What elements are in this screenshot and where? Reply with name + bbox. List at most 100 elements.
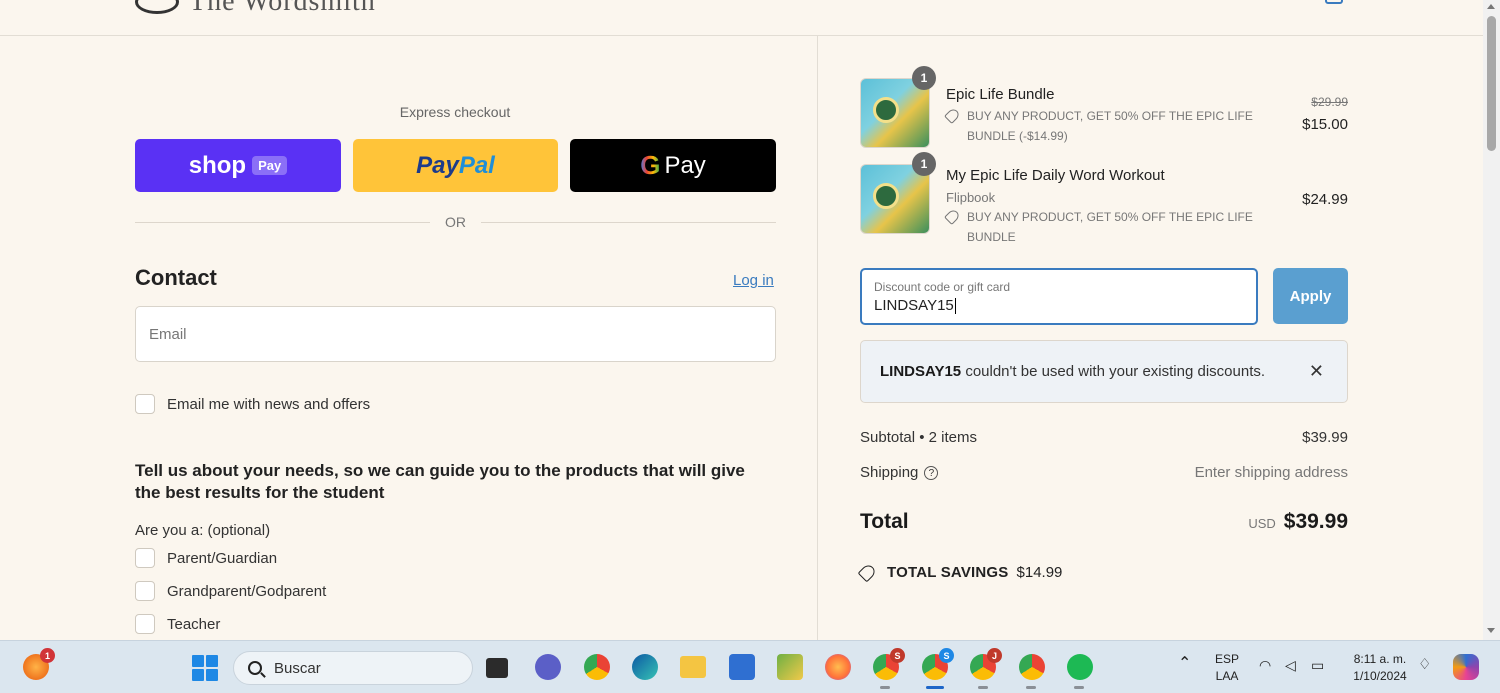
edge-icon[interactable] xyxy=(632,654,658,680)
task-view-icon[interactable] xyxy=(486,658,508,678)
shop-pay-tag: Pay xyxy=(252,156,288,175)
clock-date: 1/10/2024 xyxy=(1353,669,1407,683)
apply-discount-button[interactable]: Apply xyxy=(1273,268,1348,324)
chrome-profile-icon[interactable] xyxy=(1019,654,1045,680)
subtotal-value: $39.99 xyxy=(1302,429,1348,446)
savings-tag-icon xyxy=(857,562,878,583)
product-price: $24.99 xyxy=(1302,191,1348,208)
shipping-label: Shipping xyxy=(860,464,919,481)
survey-question: Are you a: (optional) xyxy=(135,522,271,539)
survey-checkbox-parent[interactable] xyxy=(135,548,155,568)
chrome-icon[interactable] xyxy=(584,654,610,680)
running-indicator xyxy=(978,686,988,689)
cart-line-item: 1 My Epic Life Daily Word Workout Flipbo… xyxy=(860,152,1348,254)
language-indicator[interactable]: ESP LAA xyxy=(1210,651,1244,685)
language-code: ESP xyxy=(1214,652,1239,666)
email-field[interactable] xyxy=(135,306,776,362)
windows-start-icon[interactable] xyxy=(192,655,218,681)
text-caret xyxy=(954,298,956,315)
windows-taskbar: 1 Buscar S S J ⌃ ESP LAA ◠ ◁ ▭ 8:11 a. m… xyxy=(0,640,1500,693)
shop-pay-button[interactable]: shop Pay xyxy=(135,139,341,192)
savings-value: $14.99 xyxy=(1016,564,1063,581)
profile-badge: S xyxy=(939,648,954,663)
newsletter-checkbox[interactable] xyxy=(135,394,155,414)
spotify-icon[interactable] xyxy=(1067,654,1093,680)
product-discount-note: BUY ANY PRODUCT, GET 50% OFF THE EPIC LI… xyxy=(944,207,1264,247)
newsletter-label: Email me with news and offers xyxy=(167,395,371,413)
shipping-label-wrap: Shipping? xyxy=(860,464,939,481)
discount-field-value: LINDSAY15 xyxy=(874,297,954,314)
google-g-icon: G xyxy=(640,150,661,180)
subtotal-label: Subtotal • 2 items xyxy=(860,429,977,446)
copilot-icon[interactable] xyxy=(1453,654,1479,680)
notifications-bell-icon[interactable]: ♢ xyxy=(1418,656,1431,673)
shopping-bag-icon[interactable] xyxy=(1325,0,1343,4)
shipping-value: Enter shipping address xyxy=(1194,464,1348,481)
volume-icon[interactable]: ◁ xyxy=(1285,657,1296,674)
taskbar-search[interactable]: Buscar xyxy=(233,651,473,685)
chrome-profile-icon[interactable]: J xyxy=(970,648,1002,680)
layout-code: LAA xyxy=(1215,669,1239,683)
page-scrollbar[interactable] xyxy=(1483,0,1500,640)
total-savings: TOTAL SAVINGS $14.99 xyxy=(857,562,1063,583)
alert-message: couldn't be used with your existing disc… xyxy=(961,363,1266,380)
notification-badge: 1 xyxy=(40,648,55,663)
scroll-up-arrow-icon[interactable] xyxy=(1487,4,1495,9)
product-variant: Flipbook xyxy=(946,190,996,205)
newsletter-option[interactable]: Email me with news and offers xyxy=(135,394,370,414)
paypal-pay-text: Pay xyxy=(416,151,459,179)
chrome-profile-icon[interactable]: S xyxy=(922,648,954,680)
order-summary: 1 Epic Life Bundle BUY ANY PRODUCT, GET … xyxy=(819,36,1483,640)
alert-code: LINDSAY15 xyxy=(880,363,962,380)
file-explorer-icon[interactable] xyxy=(680,656,706,678)
search-placeholder: Buscar xyxy=(274,659,321,677)
or-divider: OR xyxy=(135,214,776,230)
survey-option-grandparent[interactable]: Grandparent/Godparent xyxy=(135,581,326,601)
total-currency: USD xyxy=(1248,516,1276,531)
app-orange-icon[interactable]: 1 xyxy=(23,648,55,680)
firefox-icon[interactable] xyxy=(825,654,851,680)
survey-option-parent[interactable]: Parent/Guardian xyxy=(135,548,277,568)
survey-option-label: Grandparent/Godparent xyxy=(167,582,327,600)
site-header: The Wordsmith xyxy=(0,0,1483,36)
running-indicator xyxy=(880,686,890,689)
discount-code-field[interactable]: Discount code or gift card LINDSAY15 xyxy=(860,268,1258,325)
clock[interactable]: 8:11 a. m. 1/10/2024 xyxy=(1344,651,1416,685)
paypal-button[interactable]: Pay Pal xyxy=(353,139,558,192)
teams-chat-icon[interactable] xyxy=(535,654,561,680)
chrome-profile-icon[interactable]: S xyxy=(873,648,905,680)
survey-prompt: Tell us about your needs, so we can guid… xyxy=(135,461,745,502)
store-icon[interactable] xyxy=(729,654,755,680)
quantity-badge: 1 xyxy=(912,152,936,176)
profile-badge: S xyxy=(890,648,905,663)
profile-badge: J xyxy=(987,648,1002,663)
discount-field-label: Discount code or gift card xyxy=(874,280,1011,294)
survey-option-teacher[interactable]: Teacher xyxy=(135,614,220,634)
survey-checkbox-teacher[interactable] xyxy=(135,614,155,634)
discount-tag-icon xyxy=(944,107,961,124)
google-pay-button[interactable]: G Pay xyxy=(570,139,776,192)
brand[interactable]: The Wordsmith xyxy=(135,0,376,18)
running-indicator xyxy=(1026,686,1036,689)
close-icon[interactable]: ✕ xyxy=(1309,361,1324,382)
login-link[interactable]: Log in xyxy=(733,272,774,289)
or-divider-rule-right xyxy=(481,222,776,223)
product-discount-text: BUY ANY PRODUCT, GET 50% OFF THE EPIC LI… xyxy=(967,109,1253,143)
paypal-pal-text: Pal xyxy=(458,151,495,179)
brand-name: The Wordsmith xyxy=(189,0,376,17)
product-discount-note: BUY ANY PRODUCT, GET 50% OFF THE EPIC LI… xyxy=(944,106,1264,146)
battery-icon[interactable]: ▭ xyxy=(1311,657,1324,674)
discount-tag-icon xyxy=(944,208,961,225)
help-circle-icon[interactable]: ? xyxy=(924,466,939,481)
scrollbar-thumb[interactable] xyxy=(1487,16,1496,151)
total-row: Total USD $39.99 xyxy=(860,510,1348,534)
survey-checkbox-grandparent[interactable] xyxy=(135,581,155,601)
scroll-down-arrow-icon[interactable] xyxy=(1487,628,1495,633)
clock-time: 8:11 a. m. xyxy=(1353,652,1407,666)
tray-chevron-up-icon[interactable]: ⌃ xyxy=(1178,655,1191,672)
product-name: Epic Life Bundle xyxy=(946,86,1055,103)
app-tool-icon[interactable] xyxy=(777,654,803,680)
wifi-icon[interactable]: ◠ xyxy=(1259,657,1271,674)
active-indicator xyxy=(926,686,944,689)
survey-option-label: Teacher xyxy=(167,615,221,633)
